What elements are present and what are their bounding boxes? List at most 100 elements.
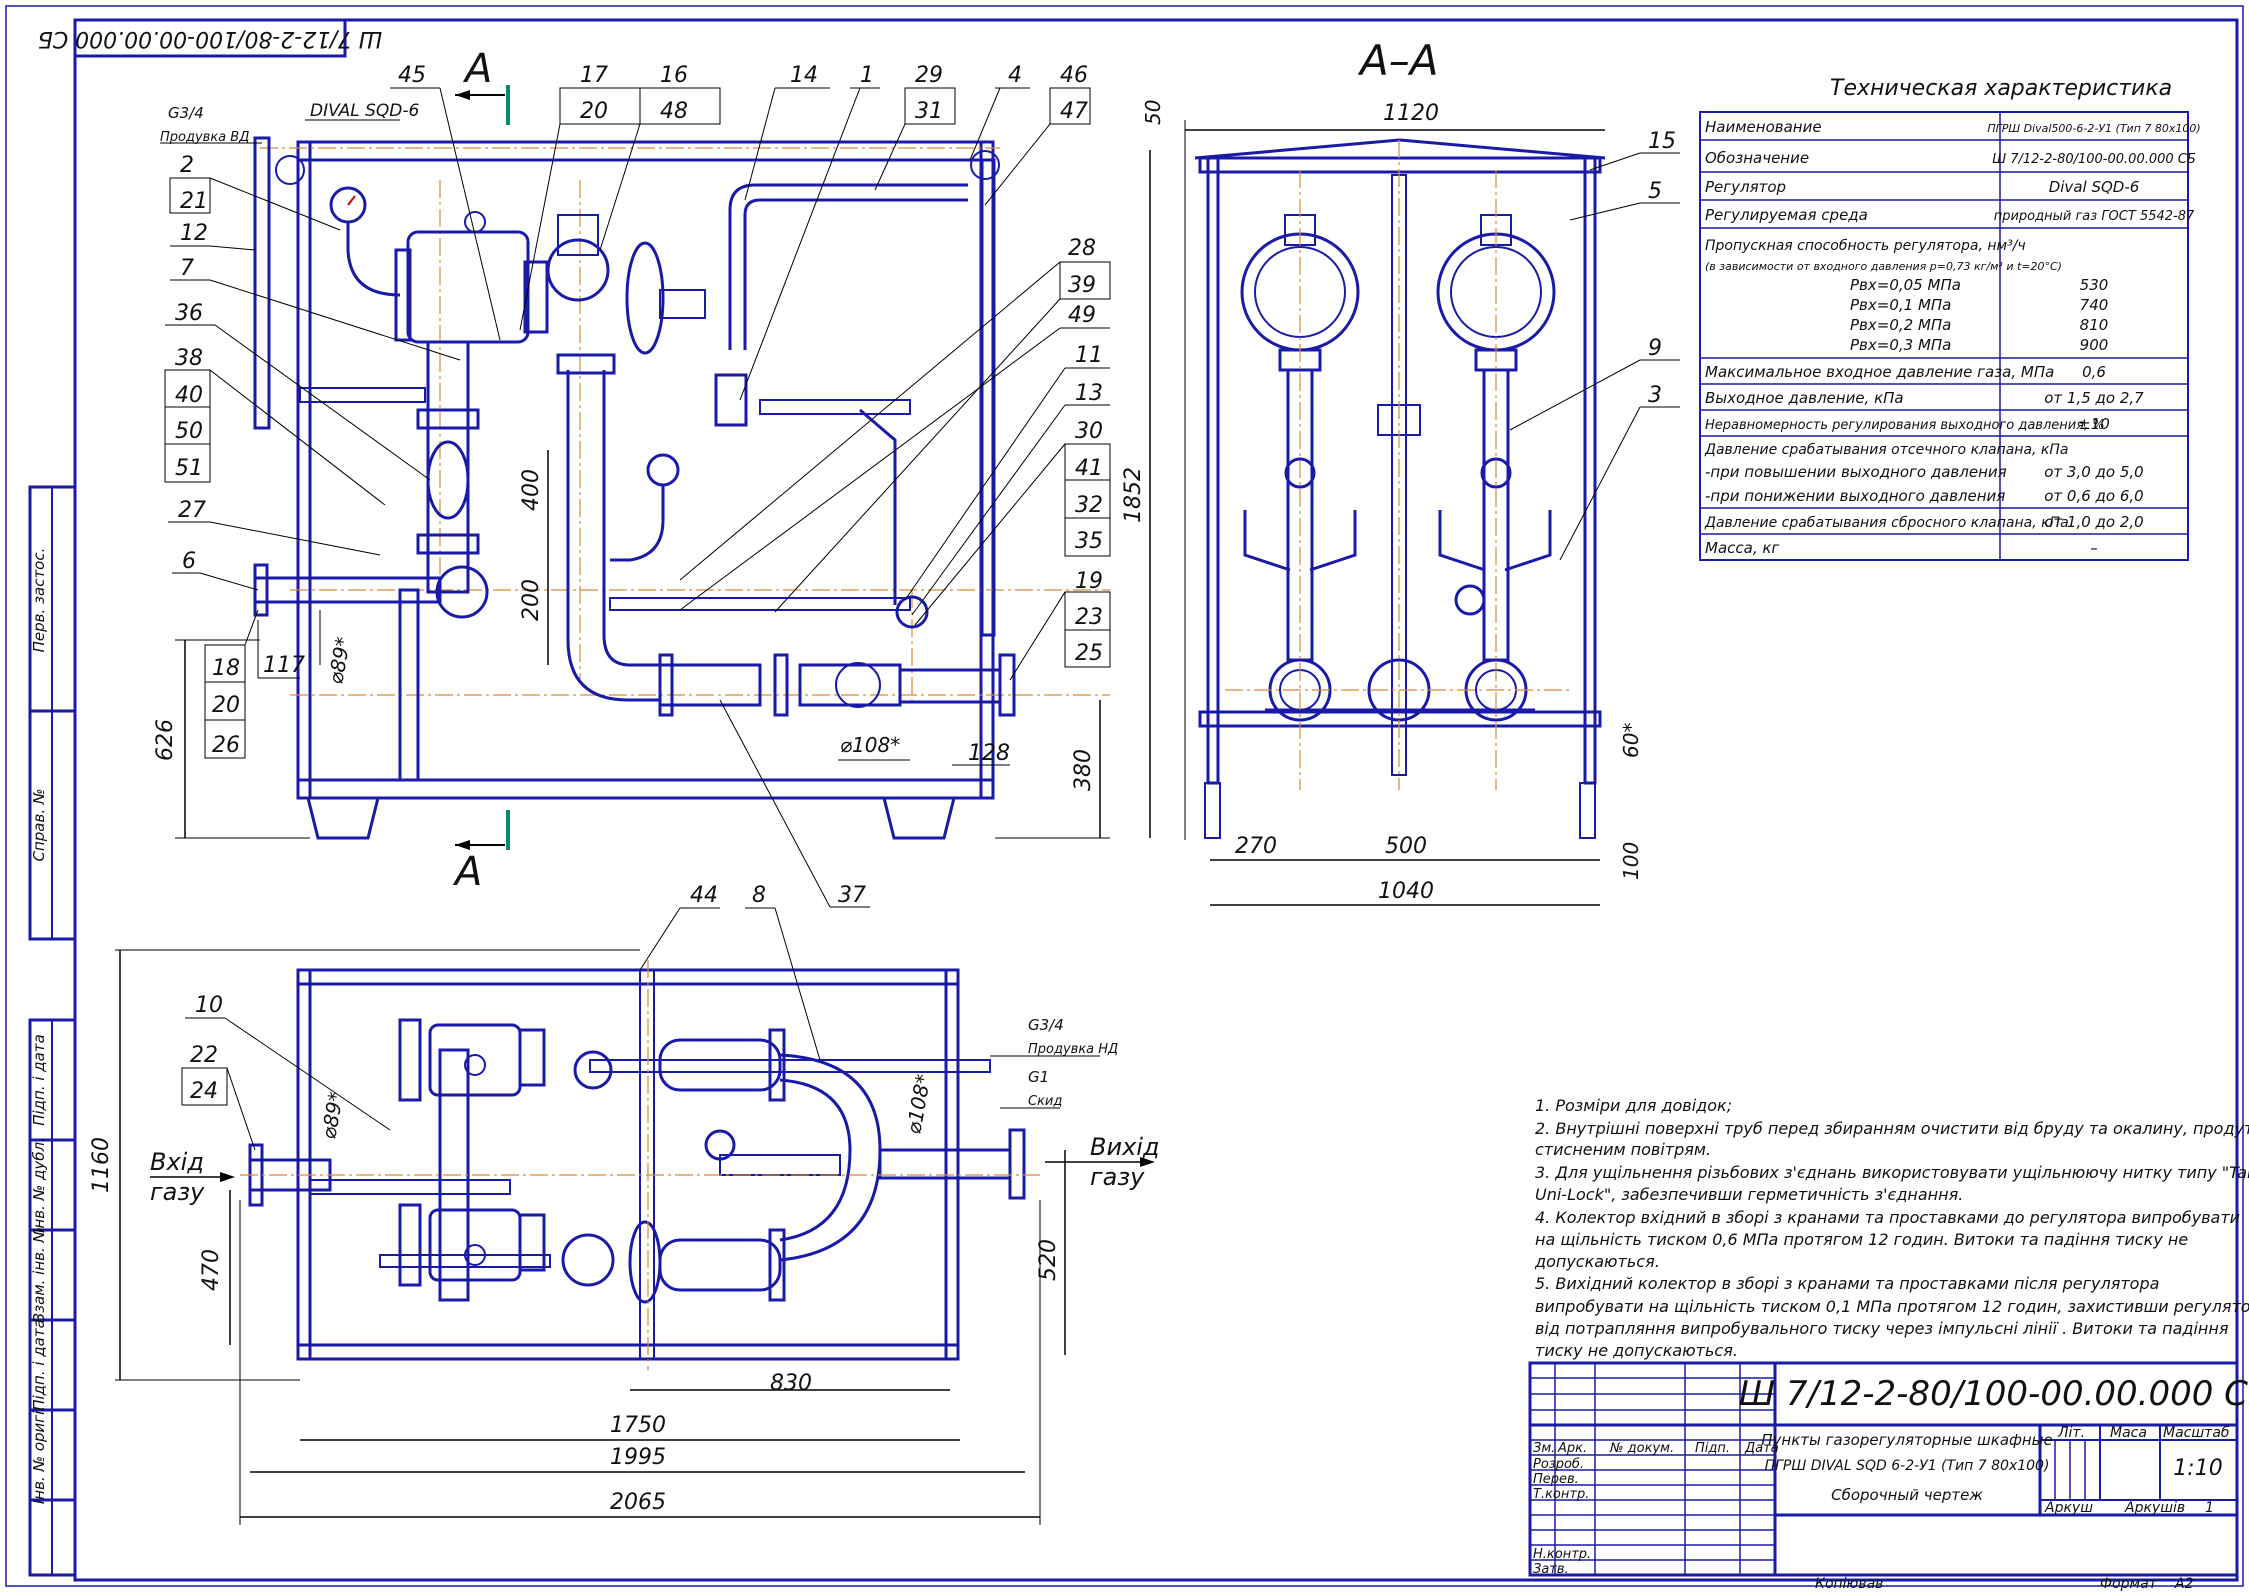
tt-name-4: Пропускная способность регулятора, нм³/ч [1705,238,2026,254]
note-line-5: 4. Колектор вхідний в зборі з кранами та… [1535,1208,2240,1227]
vhid-line2: газу [150,1178,205,1206]
label-g34-plan: G3/4 [1028,1016,1064,1034]
callout-1: 1 [860,63,874,88]
tt-name-0: Наименование [1705,118,1822,136]
tt-name-2: Регулятор [1705,178,1786,196]
callout-14: 14 [790,63,818,88]
dim-400: 400 [519,469,544,511]
label-produvka-nd: Продувка НД [1028,1042,1118,1057]
tb-masshtab: Масштаб [2163,1425,2230,1441]
callout-4: 4 [1008,63,1022,88]
tech-table: Техническая характеристика Наименование … [1699,76,2201,561]
dim-200: 200 [519,579,544,621]
vyhid-line1: Вихід [1090,1133,1160,1161]
tt-name-14: -при понижении выходного давления [1705,487,2005,505]
label-g34-front: G3/4 [168,104,204,122]
tb-col-ndok: № докум. [1609,1441,1674,1456]
tb-role-tkontr: Т.контр. [1533,1487,1589,1502]
callout-27: 27 [178,498,206,523]
tt-name-7: Pвх=0,2 МПа [1850,316,1951,334]
tt-name-4b: (в зависимости от входного давления р=0,… [1705,260,2062,273]
dim-470: 470 [199,1249,224,1291]
tt-val-10: от 1,5 до 2,7 [2044,389,2144,407]
callout-15: 15 [1648,129,1676,154]
tt-val-15: от 1,0 до 2,0 [2044,513,2143,531]
dim-500: 500 [1385,834,1427,859]
tb-product-1: Пункты газорегуляторные шкафные [1761,1431,2052,1449]
callout-32: 32 [1075,493,1103,518]
side-label-inv-dubl: Інв. № дубл. [30,1137,48,1233]
note-line-9: випробувати на щільність тиском 0,1 МПа … [1535,1297,2249,1316]
dim-2065: 2065 [610,1490,666,1515]
tb-lit: Літ. [2057,1425,2085,1441]
dim-1040: 1040 [1378,879,1434,904]
callout-9: 9 [1648,336,1662,361]
rotated-stamp-text: Ш 7/12-2-80/100-00.00.000 СБ [38,26,383,51]
callout-3: 3 [1648,383,1662,408]
dim-1120: 1120 [1383,101,1439,126]
callout-8: 8 [752,883,766,908]
dim-380: 380 [1071,749,1096,791]
callout-46: 46 [1060,63,1088,88]
side-label-sprav: Справ. № [30,789,48,862]
callout-18: 18 [212,656,240,681]
tb-product-3: Сборочный чертеж [1831,1486,1983,1504]
section-mark-top: A [462,46,492,92]
callout-36: 36 [175,301,203,326]
callout-25: 25 [1075,641,1103,666]
note-line-10: від потрапляння випробувального тиску че… [1535,1319,2229,1338]
title-block: Ш 7/12-2-80/100-00.00.000 СБ Зм. Арк. № … [1528,1361,2249,1592]
tb-role-rozrob: Розроб. [1533,1457,1584,1472]
dim-d89-plan: ⌀89* [316,1090,348,1141]
tb-arkushiv-value: 1 [2205,1500,2214,1516]
note-line-7: допускаються. [1534,1252,1660,1271]
tt-val-3: природный газ ГОСТ 5542-87 [1994,209,2195,224]
callout-12: 12 [180,221,208,246]
callout-13: 13 [1075,381,1103,406]
tb-arkushiv: Аркушів [2124,1500,2185,1516]
tb-format-value: A2 [2174,1576,2194,1592]
callout-35: 35 [1075,529,1103,554]
tt-name-1: Обозначение [1705,149,1809,167]
note-line-1: 2. Внутрішні поверхні труб перед збиранн… [1535,1119,2249,1138]
plan-view: 1160 470 520 830 1750 1995 2065 ⌀89* ⌀10… [89,883,1160,1525]
tb-masa: Маса [2110,1425,2147,1441]
callout-22: 22 [190,1043,218,1068]
note-line-6: на щільність тиском 0,6 МПа протягом 12 … [1535,1230,2188,1249]
front-view: A A 626 400 200 380 128 ⌀89* ⌀108* G3/4 … [153,46,1111,908]
tt-val-9: 0,6 [2082,363,2106,381]
tt-name-9: Максимальное входное давление газа, МПа [1705,363,2054,381]
tt-val-11: ±10 [2078,415,2110,433]
note-line-11: тиску не допускаються. [1535,1341,1738,1360]
callout-41: 41 [1075,456,1103,481]
tt-name-6: Pвх=0,1 МПа [1850,296,1951,314]
tt-name-8: Pвх=0,3 МПа [1850,336,1951,354]
dim-1852: 1852 [1121,467,1146,523]
callout-117: 117 [263,653,305,678]
callout-21: 21 [180,189,208,214]
tt-val-0: ПГРШ Dival500-6-2-У1 (Тип 7 80х100) [1987,122,2200,135]
callout-40: 40 [175,383,203,408]
tt-name-12: Давление срабатывания отсечного клапана,… [1704,442,2069,458]
label-g1: G1 [1028,1068,1049,1086]
callout-26: 26 [212,733,240,758]
tt-name-16: Масса, кг [1705,539,1779,557]
vyhid-line2: газу [1090,1163,1145,1191]
dim-60: 60* [1619,723,1643,758]
dim-626: 626 [153,719,178,761]
tt-name-15: Давление срабатывания сбросного клапана,… [1704,515,2069,531]
note-line-0: 1. Розміри для довідок; [1535,1096,1732,1115]
callout-7: 7 [180,256,194,281]
side-label-pidp1: Підп. і дата [30,1034,48,1126]
dim-270: 270 [1235,834,1277,859]
callout-20b: 20 [212,693,240,718]
callout-17: 17 [580,63,608,88]
tt-name-13: -при повышении выходного давления [1705,463,2007,481]
section-view: A–A 1120 50 1852 270 500 1040 100 60* 15… [1121,36,1680,906]
dim-1160: 1160 [89,1137,114,1193]
tb-arkush: Аркуш [2044,1500,2093,1516]
tt-name-10: Выходное давление, кПа [1705,389,1904,407]
tt-val-6: 740 [2080,296,2109,314]
dim-d108-plan: ⌀108* [901,1072,935,1135]
side-label-pidp2: Підп. і дата [30,1319,48,1411]
